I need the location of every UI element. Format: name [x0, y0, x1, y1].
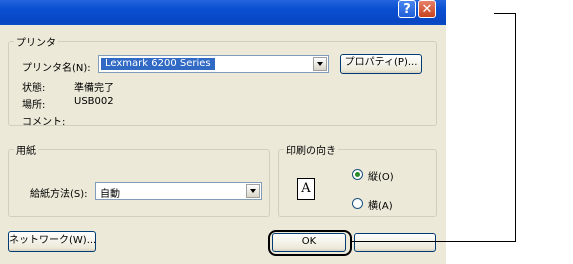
properties-button[interactable]: プロパティ(P)... [340, 54, 422, 74]
portrait-page-icon: A [297, 178, 315, 200]
title-bar: ? ✕ [0, 0, 446, 25]
printer-group: プリンタ [8, 34, 437, 126]
close-icon[interactable]: ✕ [418, 0, 436, 18]
print-dialog: ? ✕ プリンタ プリンタ名(N): Lexmark 6200 Series プ… [0, 0, 446, 264]
question-icon[interactable]: ? [398, 0, 416, 18]
network-button[interactable]: ネットワーク(W)... [8, 231, 96, 252]
portrait-label: 縦(O) [368, 172, 394, 183]
ok-highlight-frame [268, 230, 352, 256]
chevron-down-icon[interactable] [246, 184, 260, 198]
printer-name-select[interactable]: Lexmark 6200 Series [98, 55, 329, 73]
location-label: 場所: [22, 100, 46, 111]
orientation-group-label: 印刷の向き [286, 146, 336, 157]
landscape-radio[interactable] [352, 198, 363, 209]
printer-group-label: プリンタ [16, 38, 56, 49]
printer-name-value: Lexmark 6200 Series [101, 58, 215, 70]
status-value: 準備完了 [74, 83, 114, 94]
location-value: USB002 [74, 96, 114, 107]
status-label: 状態: [22, 83, 46, 94]
comment-label: コメント: [22, 117, 66, 128]
portrait-radio[interactable] [352, 169, 363, 180]
paper-source-value: 自動 [100, 189, 120, 200]
printer-name-label: プリンタ名(N): [22, 63, 91, 74]
callout-line-top [494, 13, 516, 14]
paper-source-select[interactable]: 自動 [95, 182, 262, 200]
callout-line-vertical [515, 13, 516, 242]
paper-source-label: 給紙方法(S): [30, 189, 88, 200]
callout-line-horizontal [352, 241, 516, 242]
chevron-down-icon[interactable] [313, 57, 327, 71]
landscape-label: 横(A) [368, 201, 393, 212]
paper-group-label: 用紙 [16, 146, 36, 157]
radio-selected-icon [355, 172, 360, 177]
paper-group: 用紙 [8, 142, 270, 217]
cancel-button[interactable] [354, 233, 436, 252]
